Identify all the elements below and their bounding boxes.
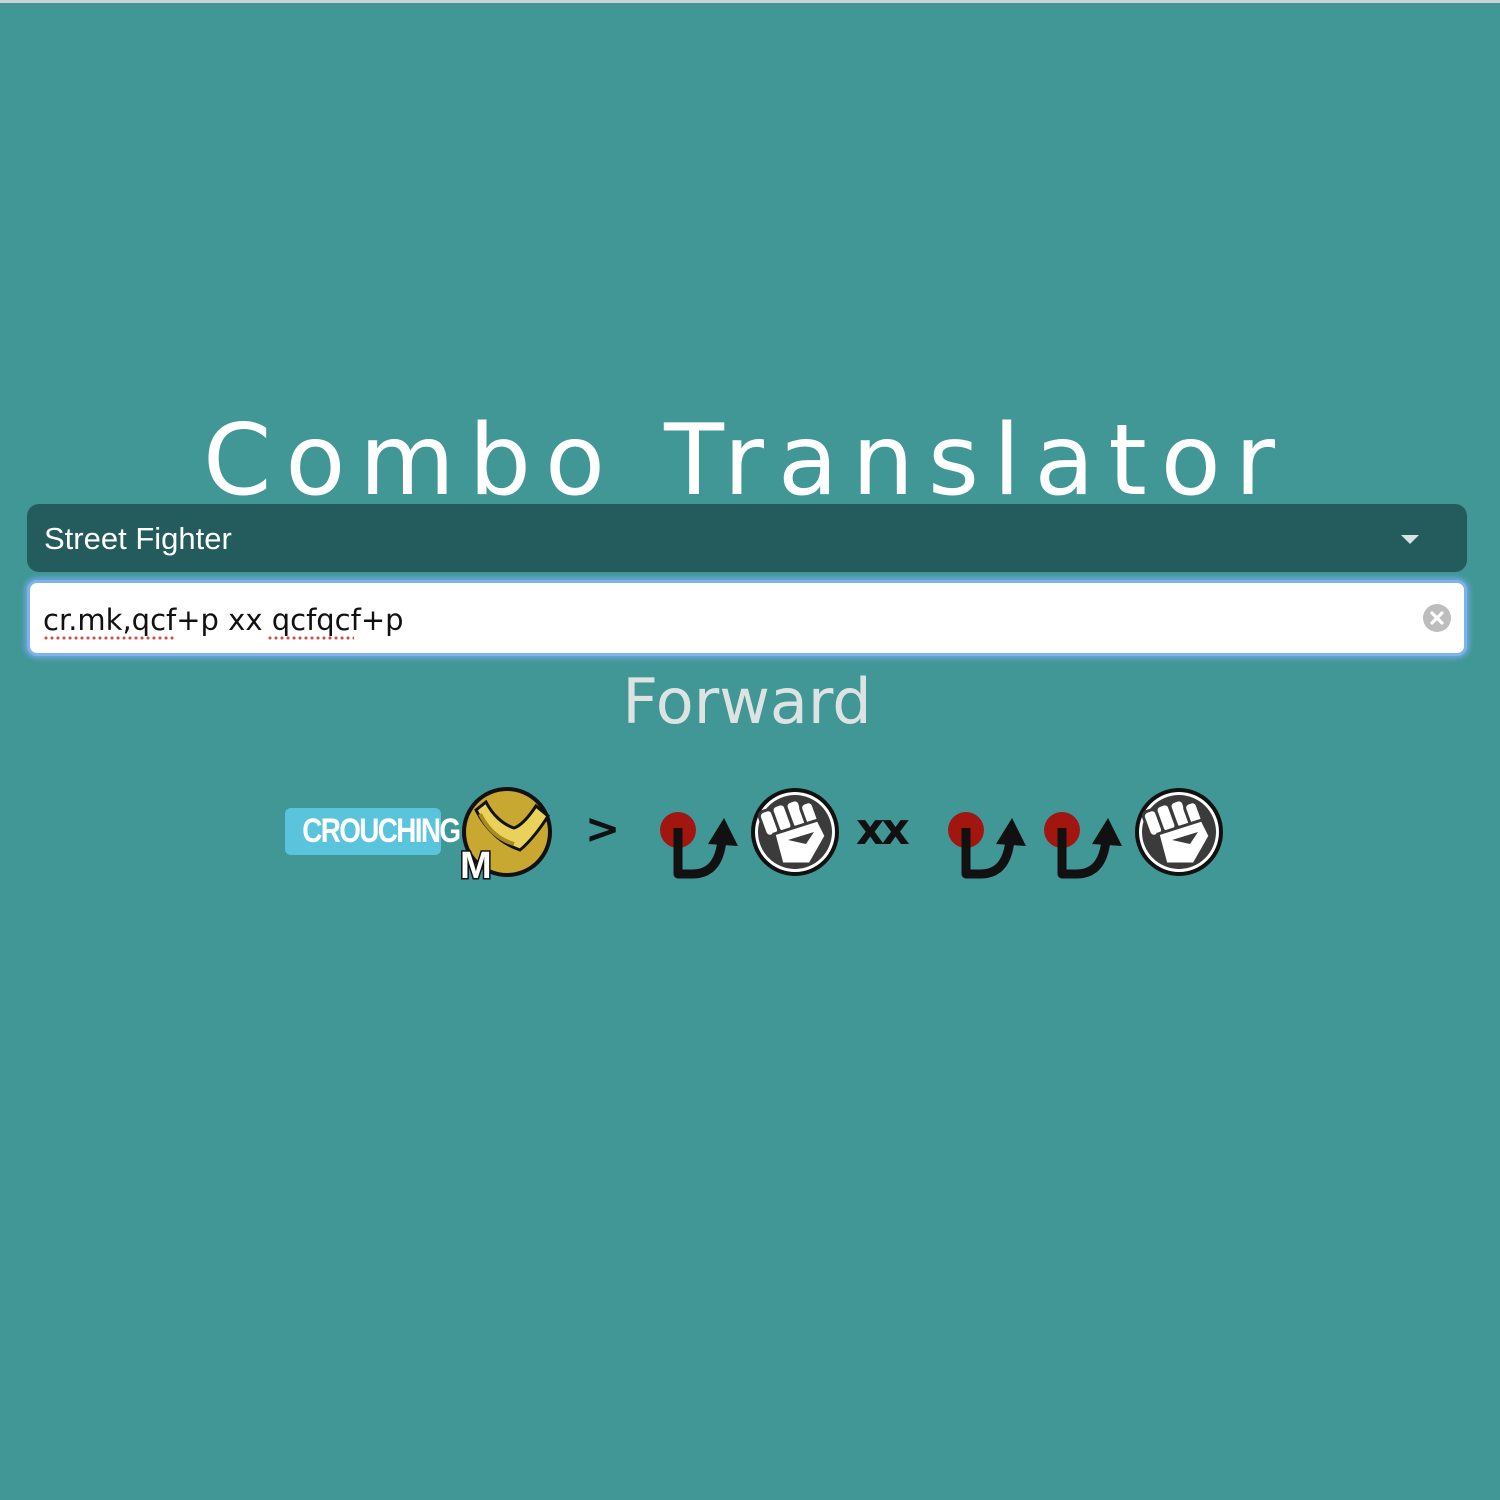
link-symbol: > bbox=[585, 804, 621, 853]
medium-kick-letter: M bbox=[460, 845, 492, 884]
spellcheck-underline-2 bbox=[268, 636, 354, 640]
spellcheck-underline-1 bbox=[44, 636, 176, 640]
qcf-motion-icon bbox=[660, 812, 738, 879]
qcf-motion-icon bbox=[1044, 812, 1122, 879]
punch-icon bbox=[1135, 788, 1223, 876]
page-title: Combo Translator bbox=[202, 403, 1290, 518]
game-select-value: Street Fighter bbox=[44, 521, 232, 556]
translation-direction-label: Forward bbox=[622, 665, 872, 738]
combo-input[interactable] bbox=[43, 600, 1403, 640]
punch-icon bbox=[751, 788, 839, 876]
crouching-badge-label: CROUCHING bbox=[302, 812, 461, 850]
game-select[interactable]: Street Fighter bbox=[27, 504, 1467, 572]
cancel-symbol: xx bbox=[856, 804, 910, 855]
chevron-down-icon[interactable] bbox=[1401, 535, 1419, 544]
window-top-border bbox=[0, 0, 1500, 3]
combo-output: CROUCHING M > xx bbox=[0, 780, 1500, 890]
crouching-badge: CROUCHING bbox=[285, 808, 461, 855]
medium-kick-icon: M bbox=[459, 787, 552, 884]
clear-icon[interactable] bbox=[1423, 604, 1451, 632]
qcf-motion-icon bbox=[948, 812, 1026, 879]
combo-input-field[interactable] bbox=[27, 580, 1467, 656]
